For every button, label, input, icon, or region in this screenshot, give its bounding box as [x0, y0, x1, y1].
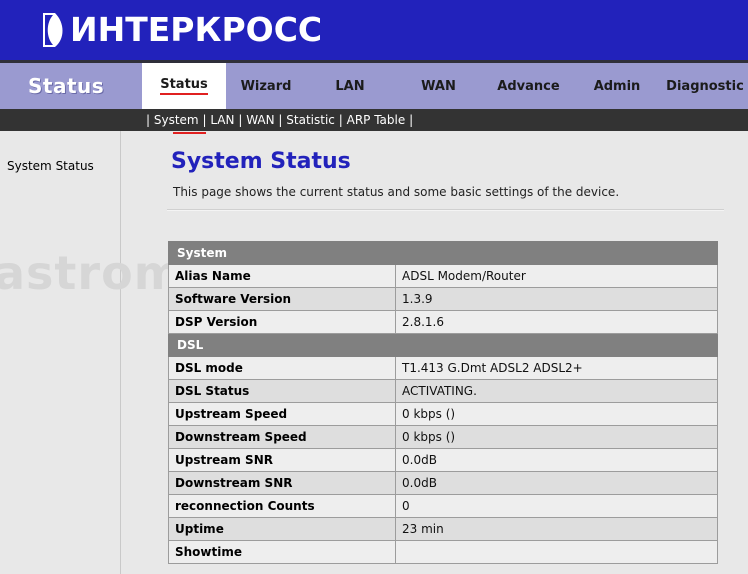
subnav-separator-1: | — [202, 113, 207, 127]
subnav-item-lan[interactable]: LAN — [210, 113, 234, 127]
table-row: Downstream SNR 0.0dB — [168, 471, 718, 495]
row-key: DSL Status — [168, 379, 396, 403]
row-value: ADSL Modem/Router — [395, 264, 718, 288]
subnav-item-wan[interactable]: WAN — [246, 113, 274, 127]
table-row: Upstream Speed 0 kbps () — [168, 402, 718, 426]
page-title: System Status — [171, 148, 351, 174]
row-key: Downstream SNR — [168, 471, 396, 495]
row-value: 2.8.1.6 — [395, 310, 718, 334]
table-row: DSP Version 2.8.1.6 — [168, 310, 718, 334]
table-row: reconnection Counts 0 — [168, 494, 718, 518]
table-row: Upstream SNR 0.0dB — [168, 448, 718, 472]
row-value: 1.3.9 — [395, 287, 718, 311]
subnav-separator-5: | — [409, 113, 414, 127]
title-accent-rule — [173, 132, 206, 134]
table-row: Downstream Speed 0 kbps () — [168, 425, 718, 449]
section-label: DSL — [168, 333, 718, 357]
content-divider — [167, 209, 724, 211]
section-label: System — [168, 241, 718, 265]
subnav-item-statistic[interactable]: Statistic — [286, 113, 335, 127]
row-key: Upstream SNR — [168, 448, 396, 472]
page-description: This page shows the current status and s… — [173, 185, 620, 199]
row-value: 23 min — [395, 517, 718, 541]
subnav-separator-0: | — [146, 113, 151, 127]
tab-admin[interactable]: Admin — [574, 63, 660, 109]
row-key: DSL mode — [168, 356, 396, 380]
table-row: Software Version 1.3.9 — [168, 287, 718, 311]
browser-page: ИНТЕРКРОСС Status Status Wizard LAN WAN … — [0, 0, 748, 574]
brand-logo: ИНТЕРКРОСС — [43, 9, 322, 51]
subnav-item-arp-table[interactable]: ARP Table — [347, 113, 406, 127]
nav-page-label: Status — [28, 74, 105, 98]
sub-navigation-links: | System | LAN | WAN | Statistic | ARP T… — [146, 113, 413, 127]
row-key: Showtime — [168, 540, 396, 564]
tab-status[interactable]: Status — [142, 63, 226, 109]
row-value — [395, 540, 718, 564]
nav-tab-list: Status Wizard LAN WAN Advance Admin Diag… — [142, 63, 748, 109]
row-value: T1.413 G.Dmt ADSL2 ADSL2+ — [395, 356, 718, 380]
tab-advance[interactable]: Advance — [483, 63, 574, 109]
table-section-header: DSL — [168, 333, 718, 357]
main-navigation-bar: Status Status Wizard LAN WAN Advance Adm… — [0, 60, 748, 112]
row-key: Software Version — [168, 287, 396, 311]
table-row: Showtime — [168, 540, 718, 564]
tab-diagnostic[interactable]: Diagnostic — [660, 63, 748, 109]
table-row: DSL Status ACTIVATING. — [168, 379, 718, 403]
row-value: 0 kbps () — [395, 402, 718, 426]
row-value: 0.0dB — [395, 448, 718, 472]
table-row: Uptime 23 min — [168, 517, 718, 541]
table-section-header: System — [168, 241, 718, 265]
subnav-separator-4: | — [338, 113, 343, 127]
table-row: DSL mode T1.413 G.Dmt ADSL2 ADSL2+ — [168, 356, 718, 380]
subnav-item-system[interactable]: System — [154, 113, 199, 127]
sidebar: System Status — [0, 131, 121, 574]
row-value: 0 kbps () — [395, 425, 718, 449]
row-key: Upstream Speed — [168, 402, 396, 426]
tab-lan[interactable]: LAN — [306, 63, 394, 109]
row-value: ACTIVATING. — [395, 379, 718, 403]
sidebar-item-system-status[interactable]: System Status — [7, 159, 94, 173]
row-value: 0.0dB — [395, 471, 718, 495]
row-key: Downstream Speed — [168, 425, 396, 449]
row-key: reconnection Counts — [168, 494, 396, 518]
subnav-separator-2: | — [238, 113, 243, 127]
tab-wizard[interactable]: Wizard — [226, 63, 306, 109]
row-value: 0 — [395, 494, 718, 518]
row-key: Alias Name — [168, 264, 396, 288]
sub-navigation-bar: | System | LAN | WAN | Statistic | ARP T… — [0, 109, 748, 131]
row-key: DSP Version — [168, 310, 396, 334]
logo-mark-icon — [43, 13, 69, 47]
row-key: Uptime — [168, 517, 396, 541]
table-row: Alias Name ADSL Modem/Router — [168, 264, 718, 288]
tab-wan[interactable]: WAN — [394, 63, 483, 109]
system-status-table: System Alias Name ADSL Modem/Router Softwar… — [168, 241, 718, 564]
subnav-separator-3: | — [278, 113, 283, 127]
brand-logo-text: ИНТЕРКРОСС — [70, 10, 323, 49]
site-banner: ИНТЕРКРОСС — [0, 0, 748, 60]
